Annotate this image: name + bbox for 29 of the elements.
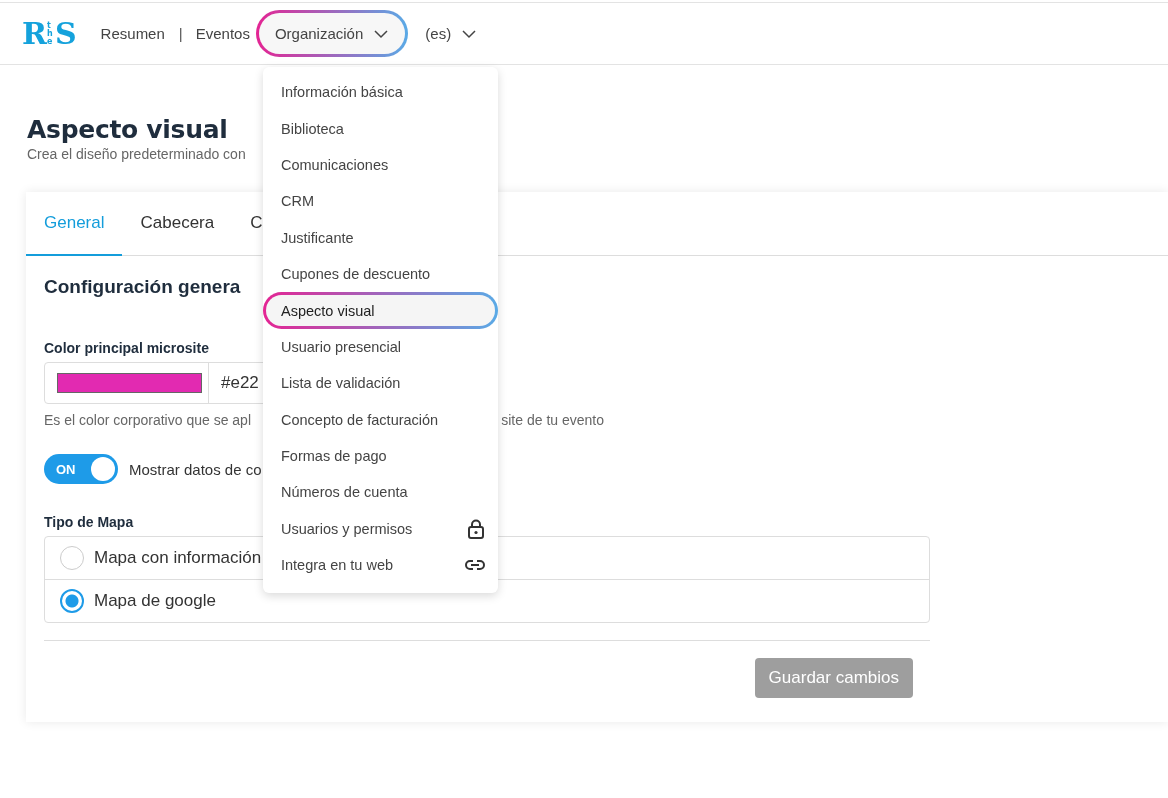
field-label: Tipo de Mapa [44,514,134,530]
radio-button[interactable] [60,589,84,613]
menu-item[interactable]: Integra en tu web [263,547,498,584]
nav-link[interactable]: Eventos [195,25,250,42]
nav-link[interactable]: Resumen [100,25,165,42]
toggle-label: Mostrar datos de co [129,460,262,478]
tab[interactable]: Cabecera [122,192,233,256]
help-text: site de tu evento [501,412,604,428]
menu-item[interactable]: Información básica [263,74,498,111]
radio-label: Mapa con información [94,548,262,568]
nav-separator: | [178,25,183,42]
radio-label: Mapa de google [94,591,216,611]
nav-dropdown[interactable]: (es) [408,12,495,55]
menu-item[interactable]: Números de cuenta [263,474,498,511]
menu-item[interactable]: Cupones de descuento [263,255,498,293]
section-heading: Configuración genera [44,276,241,298]
menu-item[interactable]: Biblioteca [263,110,498,147]
menu-item[interactable]: Usuarios y permisos [263,510,498,548]
menu-item[interactable]: Usuario presencial [263,328,498,366]
menu-item[interactable]: Justificante [263,219,498,256]
help-text: Es el color corporativo que se apl [44,412,251,428]
menu-item[interactable]: Concepto de facturación [263,401,498,438]
lock-icon [467,518,485,539]
page-subtitle: Crea el diseño predeterminado con [27,146,247,162]
menu-item[interactable]: Comunicaciones [263,146,498,184]
page-title: Aspecto visual [27,115,228,144]
menu-item[interactable]: CRM [263,183,498,220]
field-label: Color principal microsite [44,340,209,356]
menu-item[interactable]: Formas de pago [263,437,498,475]
